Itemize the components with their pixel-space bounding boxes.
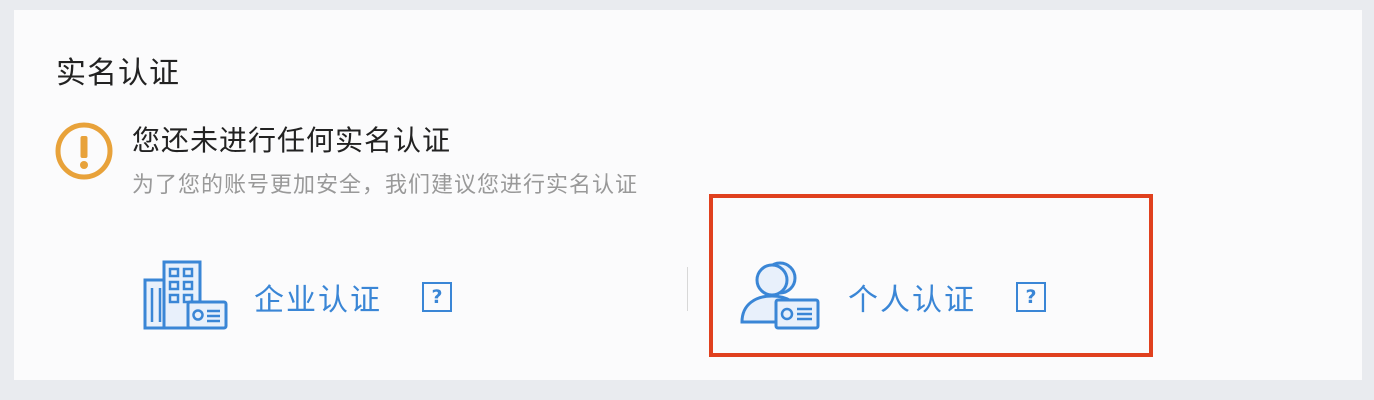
warning-circle-icon — [55, 122, 113, 180]
company-verification-label[interactable]: 企业认证 — [254, 275, 382, 319]
company-help-icon[interactable]: ? — [422, 282, 452, 312]
company-building-id-card-icon — [143, 260, 228, 330]
notice-subtitle: 为了您的账号更加安全，我们建议您进行实名认证 — [132, 173, 639, 198]
verification-card: 实名认证 您还未进行任何实名认证 为了您的账号更加安全，我们建议您进行实名认证 — [14, 10, 1362, 380]
company-verification-option[interactable]: 企业认证 ? — [142, 258, 452, 336]
option-divider — [687, 267, 688, 311]
notice-title: 您还未进行任何实名认证 — [132, 124, 452, 157]
personal-highlight-box — [709, 194, 1153, 357]
section-title: 实名认证 — [56, 56, 180, 91]
